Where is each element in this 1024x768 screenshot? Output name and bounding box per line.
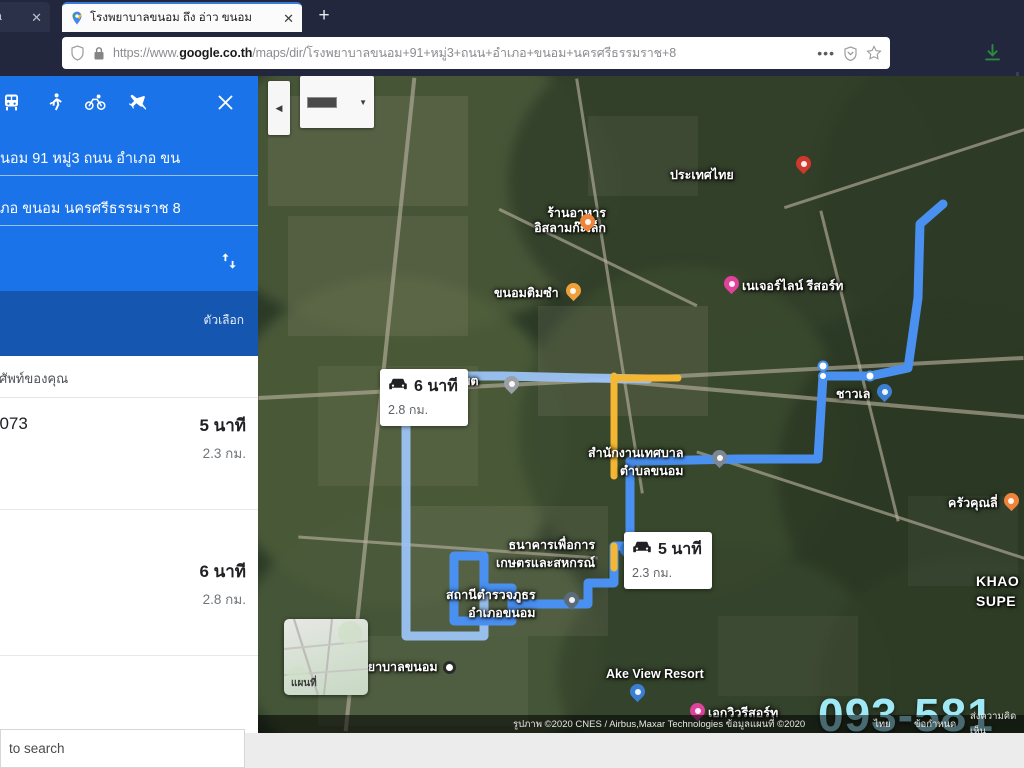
send-to-phone-label: รศัพท์ของคุณ bbox=[0, 371, 69, 386]
search-placeholder: to search bbox=[9, 741, 65, 756]
route-duration: 5 นาที bbox=[199, 416, 246, 435]
feedback-link[interactable]: ส่งความคิดเห็น bbox=[970, 709, 1024, 733]
close-icon[interactable]: ✕ bbox=[31, 11, 42, 24]
police-pin[interactable] bbox=[564, 592, 579, 613]
route-callout[interactable]: 5 นาที 2.3 กม. bbox=[624, 532, 712, 589]
swap-icon[interactable] bbox=[212, 244, 246, 278]
directions-panel: นอม 91 หมู่3 ถนน อำเภอ ขน ภอ ขนอม นครศรี… bbox=[0, 76, 258, 733]
new-tab-button[interactable]: + bbox=[312, 6, 336, 28]
tab-active[interactable]: โรงพยาบาลขนอม ถึง อ่าว ขนอม ✕ bbox=[62, 2, 302, 32]
callout-distance: 2.3 กม. bbox=[632, 566, 673, 580]
restaurant-pin[interactable] bbox=[580, 214, 595, 235]
field-underline bbox=[0, 225, 258, 226]
lock-icon[interactable] bbox=[93, 46, 105, 61]
tab-inactive-title: @psu.a bbox=[0, 11, 25, 23]
url-text: https://www.google.co.th/maps/dir/โรงพยา… bbox=[113, 43, 809, 63]
tab-inactive[interactable]: @psu.a ✕ bbox=[0, 2, 50, 32]
travel-mode-bar bbox=[0, 86, 258, 120]
travel-mode-bicycling[interactable] bbox=[78, 86, 112, 118]
close-directions-button[interactable] bbox=[208, 86, 242, 118]
lodging-pin[interactable] bbox=[630, 684, 645, 705]
route-distance: 2.8 กม. bbox=[202, 592, 246, 607]
shield-icon[interactable] bbox=[70, 45, 85, 61]
options-link[interactable]: ตัวเลือก bbox=[204, 311, 244, 330]
directions-fields: นอม 91 หมู่3 ถนน อำเภอ ขน ภอ ขนอม นครศรี… bbox=[0, 138, 258, 238]
chevron-down-icon: ▼ bbox=[359, 97, 367, 107]
url-scheme: https://www. bbox=[113, 46, 180, 60]
tab-strip: @psu.a ✕ โรงพยาบาลขนอม ถึง อ่าว ขนอม ✕ + bbox=[0, 0, 1024, 32]
browser-chrome: @psu.a ✕ โรงพยาบาลขนอม ถึง อ่าว ขนอม ✕ + bbox=[0, 0, 1024, 94]
callout-distance: 2.8 กม. bbox=[388, 403, 429, 417]
tab-active-title: โรงพยาบาลขนอม ถึง อ่าว ขนอม bbox=[90, 12, 252, 24]
map-canvas[interactable]: ประเทศไทย ร้านอาหาร อิสลามก๊ะเล็ก เนเจอร์… bbox=[258, 76, 1024, 733]
address-bar[interactable]: https://www.google.co.th/maps/dir/โรงพยา… bbox=[62, 37, 890, 69]
route-option-row[interactable]: 4073 5 นาที 2.3 กม. bbox=[0, 398, 258, 510]
callout-top: 6 นาที bbox=[388, 374, 458, 399]
imagery-attribution: รูปภาพ ©2020 CNES / Airbus,Maxar Technol… bbox=[513, 718, 806, 730]
field-underline bbox=[0, 175, 258, 176]
car-icon bbox=[632, 541, 652, 559]
page-actions-icon[interactable]: ••• bbox=[817, 45, 835, 61]
page-body: นอม 91 หมู่3 ถนน อำเภอ ขน ภอ ขนอม นครศรี… bbox=[0, 76, 1024, 733]
route-option-row[interactable]: 2 6 นาที 2.8 กม. bbox=[0, 544, 258, 656]
route-swatch bbox=[307, 96, 337, 108]
callout-top: 5 นาที bbox=[632, 537, 702, 562]
travel-mode-transit[interactable] bbox=[0, 86, 28, 118]
route-distance: 2.3 กม. bbox=[202, 446, 246, 461]
route-style-picker[interactable]: ▼ bbox=[300, 76, 374, 128]
terms-link[interactable]: ข้อกำหนด bbox=[914, 717, 956, 732]
route-callout[interactable]: 6 นาที 2.8 กม. bbox=[380, 369, 468, 426]
url-domain: google.co.th bbox=[179, 46, 253, 60]
download-icon[interactable] bbox=[984, 44, 1001, 67]
map-layer-toggle[interactable]: แผนที่ bbox=[284, 619, 368, 695]
callout-duration: 5 นาที bbox=[658, 541, 702, 558]
toolbar-row: https://www.google.co.th/maps/dir/โรงพยา… bbox=[0, 32, 1024, 94]
travel-mode-flights[interactable] bbox=[122, 86, 156, 118]
route-duration: 6 นาที bbox=[199, 562, 246, 581]
pocket-icon[interactable] bbox=[843, 45, 858, 61]
url-path: /maps/dir/โรงพยาบาลขนอม+91+หมู่3+ถนน+อำเ… bbox=[252, 46, 677, 60]
star-icon[interactable] bbox=[866, 45, 882, 61]
search-input[interactable]: to search bbox=[0, 729, 245, 768]
car-icon bbox=[388, 378, 408, 396]
google-maps-favicon bbox=[70, 11, 84, 25]
destination-field[interactable]: ภอ ขนอม นครศรีธรรมราช 8 bbox=[0, 188, 258, 230]
map-layer-label: แผนที่ bbox=[291, 678, 317, 689]
travel-mode-walking[interactable] bbox=[38, 86, 72, 118]
map-attribution-bar: รูปภาพ ©2020 CNES / Airbus,Maxar Technol… bbox=[258, 711, 1024, 733]
chevron-left-icon: ◀ bbox=[275, 102, 283, 113]
language-link[interactable]: ไทย bbox=[874, 717, 891, 732]
temple-pin[interactable] bbox=[504, 376, 519, 397]
origin-value: นอม 91 หมู่3 ถนน อำเภอ ขน bbox=[0, 151, 181, 167]
route-polylines bbox=[401, 199, 948, 641]
destination-value: ภอ ขนอม นครศรีธรรมราช 8 bbox=[0, 201, 181, 217]
close-icon[interactable]: ✕ bbox=[283, 12, 294, 25]
civic-pin[interactable] bbox=[712, 450, 727, 471]
route-name: 4073 bbox=[0, 414, 28, 433]
collapse-panel-button[interactable]: ◀ bbox=[268, 81, 290, 135]
origin-field[interactable]: นอม 91 หมู่3 ถนน อำเภอ ขน bbox=[0, 138, 258, 180]
callout-duration: 6 นาที bbox=[414, 378, 458, 395]
screen: @psu.a ✕ โรงพยาบาลขนอม ถึง อ่าว ขนอม ✕ + bbox=[0, 0, 1024, 768]
